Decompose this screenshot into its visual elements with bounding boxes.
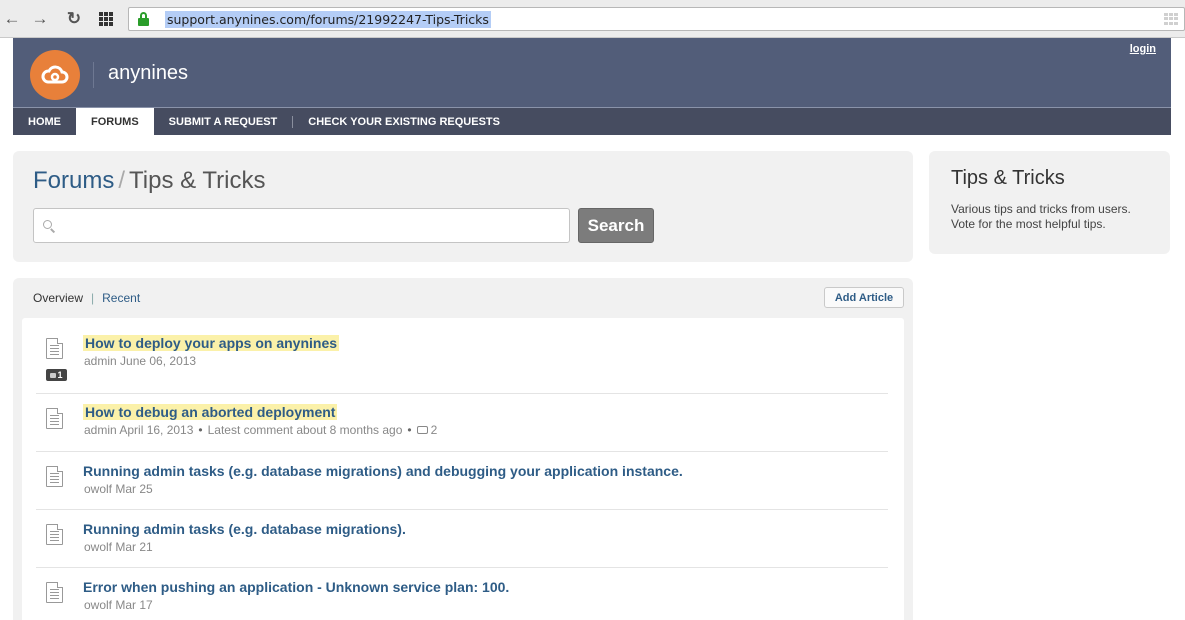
back-arrow-icon[interactable]: ← (2, 9, 22, 29)
nav-check-requests[interactable]: CHECK YOUR EXISTING REQUESTS (293, 108, 515, 135)
article-list: 1 How to deploy your apps on anynines ad… (22, 318, 904, 620)
url-text[interactable]: support.anynines.com/forums/21992247-Tip… (165, 11, 491, 28)
logo-divider (93, 62, 94, 88)
document-icon (46, 582, 63, 603)
extension-icon[interactable] (1164, 13, 1178, 25)
tab-separator: | (91, 291, 95, 305)
main-nav: HOME FORUMS SUBMIT A REQUEST CHECK YOUR … (13, 107, 1171, 135)
document-icon (46, 466, 63, 487)
meta-separator: • (198, 423, 203, 437)
list-item: Running admin tasks (e.g. database migra… (36, 452, 888, 510)
comment-count: 2 (430, 423, 438, 437)
list-item: How to debug an aborted deployment admin… (36, 394, 888, 452)
site-header: anynines login HOME FORUMS SUBMIT A REQU… (13, 38, 1171, 135)
article-author-date: owolf Mar 25 (84, 482, 153, 496)
address-bar[interactable]: support.anynines.com/forums/21992247-Tip… (128, 7, 1185, 31)
meta-separator: • (407, 423, 412, 437)
breadcrumb: Forums / Tips & Tricks (33, 167, 265, 195)
login-link[interactable]: login (1130, 43, 1156, 55)
sidebar-description: Various tips and tricks from users. Vote… (951, 202, 1131, 231)
list-item: Running admin tasks (e.g. database migra… (36, 510, 888, 568)
add-article-button[interactable]: Add Article (824, 287, 904, 308)
article-meta: owolf Mar 17 (84, 598, 153, 612)
breadcrumb-separator: / (118, 167, 126, 194)
article-meta: admin June 06, 2013 (84, 354, 196, 368)
document-icon (46, 524, 63, 545)
search-input[interactable] (33, 208, 570, 243)
lock-icon (138, 12, 149, 26)
latest-comment-text: Latest comment about 8 months ago (207, 423, 403, 437)
breadcrumb-current: Tips & Tricks (129, 167, 266, 194)
article-title-link[interactable]: Running admin tasks (e.g. database migra… (83, 463, 683, 479)
articles-panel: Overview | Recent Add Article 1 How to d… (13, 278, 913, 620)
article-author-date: owolf Mar 17 (84, 598, 153, 612)
comment-bubble-icon (416, 426, 428, 434)
article-author-date: admin April 16, 2013 (84, 423, 194, 437)
apps-grid-icon[interactable] (96, 9, 116, 29)
list-item: Error when pushing an application - Unkn… (36, 568, 888, 620)
document-icon (46, 408, 63, 429)
search-icon (43, 220, 52, 229)
tab-recent[interactable]: Recent (102, 291, 140, 305)
sidebar-title: Tips & Tricks (951, 167, 1065, 189)
forum-info-sidebar: Tips & Tricks Various tips and tricks fr… (929, 151, 1170, 254)
search-panel: Forums / Tips & Tricks Search (13, 151, 913, 262)
thumbs-up-icon (50, 372, 57, 378)
articles-tabs: Overview | Recent (33, 291, 140, 305)
article-title-link[interactable]: Error when pushing an application - Unkn… (83, 579, 509, 595)
document-icon (46, 338, 63, 359)
nav-submit-request[interactable]: SUBMIT A REQUEST (154, 108, 293, 135)
article-title-link[interactable]: Running admin tasks (e.g. database migra… (83, 521, 406, 537)
vote-badge: 1 (46, 369, 67, 381)
tab-overview[interactable]: Overview (33, 291, 83, 305)
search-button[interactable]: Search (578, 208, 654, 243)
list-item: 1 How to deploy your apps on anynines ad… (36, 318, 888, 394)
article-author-date: admin June 06, 2013 (84, 354, 197, 368)
breadcrumb-forums-link[interactable]: Forums (33, 167, 114, 194)
nav-home[interactable]: HOME (13, 108, 76, 135)
anynines-logo[interactable] (30, 50, 80, 100)
vote-count: 1 (57, 370, 63, 380)
forward-arrow-icon[interactable]: → (30, 9, 50, 29)
brand-name[interactable]: anynines (108, 62, 188, 85)
reload-icon[interactable]: ↻ (64, 9, 84, 29)
article-title-link[interactable]: How to deploy your apps on anynines (83, 335, 340, 351)
browser-toolbar: ← → ↻ support.anynines.com/forums/219922… (0, 0, 1185, 38)
article-meta: owolf Mar 21 (84, 540, 153, 554)
article-author-date: owolf Mar 21 (84, 540, 153, 554)
article-meta: admin April 16, 2013 • Latest comment ab… (84, 423, 437, 437)
article-meta: owolf Mar 25 (84, 482, 153, 496)
article-title-link[interactable]: How to debug an aborted deployment (83, 404, 338, 420)
nav-forums[interactable]: FORUMS (76, 108, 154, 135)
